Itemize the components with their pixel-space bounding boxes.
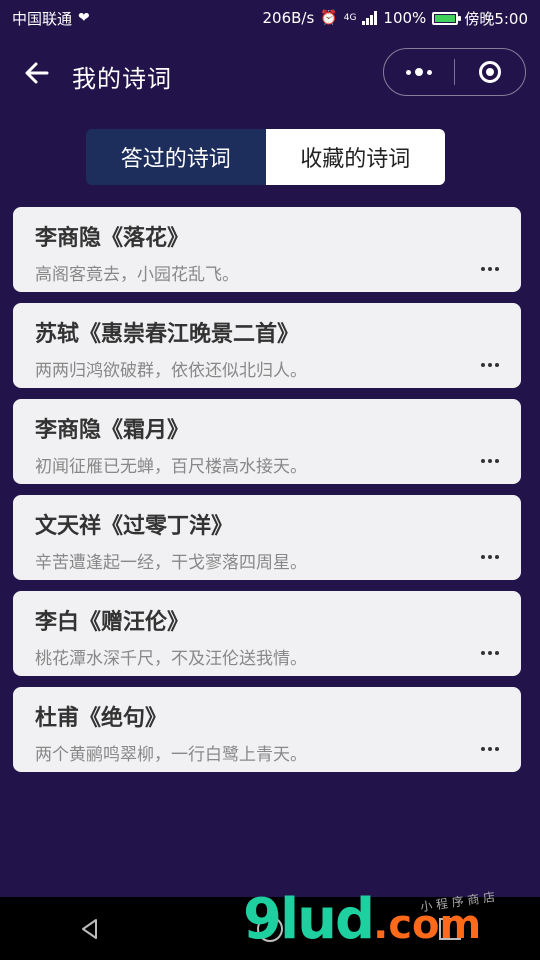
battery-icon xyxy=(432,11,462,25)
poem-card[interactable]: 李商隐《霜月》 初闻征雁已无蝉，百尺楼高水接天。 xyxy=(13,399,521,484)
network-type: 4G xyxy=(343,12,357,23)
watermark-main: 9lud xyxy=(243,887,375,952)
more-icon[interactable] xyxy=(481,747,499,751)
page-title: 我的诗词 xyxy=(72,65,172,93)
more-icon[interactable] xyxy=(481,555,499,559)
status-right: 206B/s ⏰ 4G 100% 傍晚5:00 xyxy=(262,8,528,29)
poem-title: 杜甫《绝句》 xyxy=(35,706,168,731)
poem-title: 苏轼《惠崇春江晚景二首》 xyxy=(35,322,300,347)
poem-title: 李商隐《霜月》 xyxy=(35,418,190,443)
arrow-left-icon xyxy=(25,62,49,84)
poem-line: 两两归鸿欲破群，依依还似北归人。 xyxy=(35,361,307,381)
heart-icon: ❤ xyxy=(78,10,90,26)
poem-title: 李商隐《落花》 xyxy=(35,226,190,251)
alarm-icon: ⏰ xyxy=(320,10,338,26)
poem-card[interactable]: 杜甫《绝句》 两个黄鹂鸣翠柳，一行白鹭上青天。 xyxy=(13,687,521,772)
poem-card[interactable]: 李商隐《落花》 高阁客竟去，小园花乱飞。 xyxy=(13,207,521,292)
dots-icon xyxy=(406,68,432,76)
capsule-more-button[interactable] xyxy=(384,49,454,95)
clock: 傍晚5:00 xyxy=(464,9,528,28)
poem-title: 李白《赠汪伦》 xyxy=(35,610,190,635)
status-left: 中国联通 ❤ xyxy=(12,8,90,29)
poem-line: 桃花潭水深千尺，不及汪伦送我情。 xyxy=(35,649,307,669)
battery-percent: 100% xyxy=(383,9,427,27)
tab-answered[interactable]: 答过的诗词 xyxy=(86,129,266,185)
poem-line: 两个黄鹂鸣翠柳，一行白鹭上青天。 xyxy=(35,745,307,765)
nav-bar: 我的诗词 xyxy=(0,44,540,104)
triangle-back-icon xyxy=(82,918,97,939)
poem-card[interactable]: 文天祥《过零丁洋》 辛苦遭逢起一经，干戈寥落四周星。 xyxy=(13,495,521,580)
back-button[interactable] xyxy=(20,56,54,90)
carrier-label: 中国联通 xyxy=(12,9,73,28)
capsule-close-button[interactable] xyxy=(455,49,525,95)
more-icon[interactable] xyxy=(481,267,499,271)
poem-card[interactable]: 李白《赠汪伦》 桃花潭水深千尺，不及汪伦送我情。 xyxy=(13,591,521,676)
more-icon[interactable] xyxy=(481,363,499,367)
tab-switcher: 答过的诗词 收藏的诗词 xyxy=(86,129,445,185)
signal-icon xyxy=(362,11,378,25)
poem-list: 李商隐《落花》 高阁客竟去，小园花乱飞。 苏轼《惠崇春江晚景二首》 两两归鸿欲破… xyxy=(13,207,521,783)
poem-line: 高阁客竟去，小园花乱飞。 xyxy=(35,265,239,285)
network-speed: 206B/s xyxy=(262,9,315,27)
tab-favorites[interactable]: 收藏的诗词 xyxy=(265,129,445,185)
target-icon xyxy=(479,61,501,83)
more-icon[interactable] xyxy=(481,651,499,655)
poem-line: 初闻征雁已无蝉，百尺楼高水接天。 xyxy=(35,457,307,477)
poem-title: 文天祥《过零丁洋》 xyxy=(35,514,234,539)
poem-card[interactable]: 苏轼《惠崇春江晚景二首》 两两归鸿欲破群，依依还似北归人。 xyxy=(13,303,521,388)
poem-line: 辛苦遭逢起一经，干戈寥落四周星。 xyxy=(35,553,307,573)
more-icon[interactable] xyxy=(481,459,499,463)
nav-back-button[interactable] xyxy=(60,897,120,960)
mini-program-capsule xyxy=(383,48,526,96)
status-bar: 中国联通 ❤ 206B/s ⏰ 4G 100% 傍晚5:00 xyxy=(0,0,540,36)
